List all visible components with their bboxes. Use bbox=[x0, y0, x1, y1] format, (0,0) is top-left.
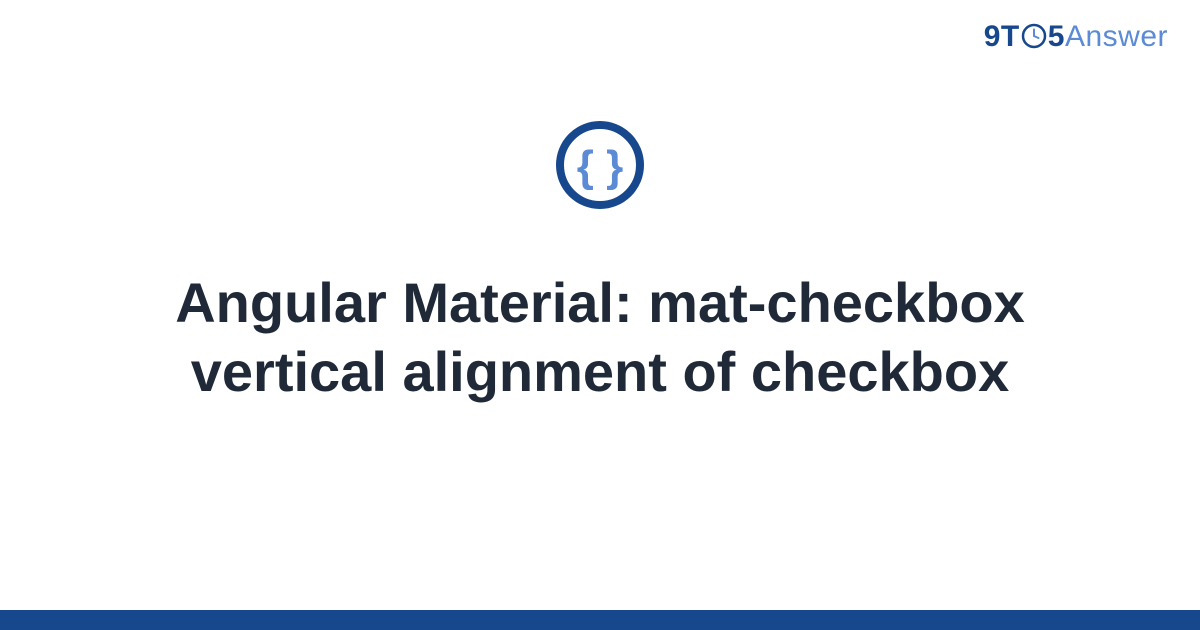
logo-text-9t: 9T bbox=[984, 20, 1020, 54]
logo-text-answer: Answer bbox=[1065, 20, 1168, 54]
logo-clock-o-icon bbox=[1021, 23, 1047, 49]
footer-bar bbox=[0, 610, 1200, 630]
code-braces-icon: { } bbox=[555, 120, 645, 210]
page-title: Angular Material: mat-checkbox vertical … bbox=[100, 268, 1100, 407]
main-content: { } Angular Material: mat-checkbox verti… bbox=[0, 120, 1200, 407]
site-logo: 9T 5 Answer bbox=[984, 20, 1168, 54]
svg-text:{ }: { } bbox=[577, 142, 623, 191]
logo-text-5: 5 bbox=[1048, 20, 1065, 54]
